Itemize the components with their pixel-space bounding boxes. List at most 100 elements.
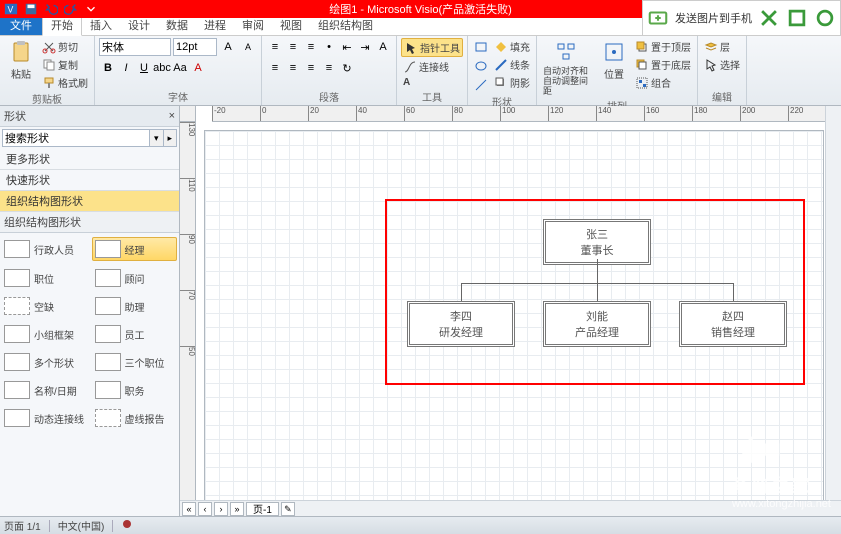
- undo-icon[interactable]: [42, 1, 60, 17]
- shapes-search-go[interactable]: ▸: [164, 129, 178, 147]
- connector-tool-button[interactable]: 连接线: [401, 58, 451, 75]
- org-node-child-0[interactable]: 李四 研发经理: [407, 301, 515, 347]
- shadow-button[interactable]: 阴影: [492, 74, 532, 91]
- underline-icon[interactable]: U: [135, 59, 153, 77]
- org-child-name: 赵四: [682, 308, 784, 324]
- drawing-canvas[interactable]: 张三 董事长 李四 研发经理: [196, 122, 825, 500]
- tab-insert[interactable]: 插入: [82, 15, 120, 35]
- format-painter-button[interactable]: 格式刷: [40, 74, 90, 91]
- shapes-panel-close-icon[interactable]: ×: [169, 110, 175, 122]
- shape-stencil-item[interactable]: 动态连接线: [2, 407, 87, 429]
- align-bot-icon[interactable]: ≡: [302, 38, 320, 56]
- vertical-scrollbar[interactable]: [825, 122, 841, 500]
- cut-button[interactable]: 剪切: [40, 38, 90, 55]
- shapes-search-dropdown[interactable]: ▾: [150, 129, 164, 147]
- shape-stencil-item[interactable]: 名称/日期: [2, 379, 87, 401]
- layer-button[interactable]: 层: [702, 38, 732, 55]
- shape-stencil-item[interactable]: 职位: [2, 267, 87, 289]
- shape-stencil-item[interactable]: 多个形状: [2, 351, 87, 373]
- selection-frame: 张三 董事长 李四 研发经理: [385, 199, 805, 385]
- shape-stencil-item[interactable]: 行政人员: [2, 237, 86, 261]
- rotate-text-icon[interactable]: ↻: [338, 59, 356, 77]
- shape-stencil-item[interactable]: 顾问: [93, 267, 178, 289]
- shape-stencil-item[interactable]: 职务: [93, 379, 178, 401]
- fill-button[interactable]: 填充: [492, 38, 532, 55]
- page-nav-prev[interactable]: ‹: [198, 502, 212, 516]
- copy-button[interactable]: 复制: [40, 56, 90, 73]
- shapes-cat-more[interactable]: 更多形状: [0, 149, 179, 170]
- align-right-icon[interactable]: ≡: [302, 59, 320, 77]
- indent-inc-icon[interactable]: ⇥: [356, 38, 374, 56]
- qat-dropdown-icon[interactable]: [82, 1, 100, 17]
- italic-icon[interactable]: I: [117, 59, 135, 77]
- shape-ellipse-icon[interactable]: [472, 57, 490, 75]
- shape-stencil-item[interactable]: 助理: [93, 295, 178, 317]
- align-mid-icon[interactable]: ≡: [284, 38, 302, 56]
- drawing-page[interactable]: 张三 董事长 李四 研发经理: [204, 130, 824, 500]
- shape-stencil-item[interactable]: 小组框架: [2, 323, 87, 345]
- shape-stencil-item[interactable]: 虚线报告: [93, 407, 178, 429]
- align-left-icon[interactable]: ≡: [266, 59, 284, 77]
- position-button[interactable]: 位置: [597, 38, 631, 83]
- page-tab-1[interactable]: 页-1: [246, 502, 279, 516]
- org-connector: [461, 283, 462, 301]
- file-tab[interactable]: 文件: [0, 15, 42, 35]
- org-connector: [597, 259, 598, 283]
- page-nav-last[interactable]: »: [230, 502, 244, 516]
- org-node-child-1[interactable]: 刘能 产品经理: [543, 301, 651, 347]
- shape-stencil-item[interactable]: 三个职位: [93, 351, 178, 373]
- tab-design[interactable]: 设计: [120, 15, 158, 35]
- text-tool-button[interactable]: A: [401, 76, 412, 89]
- align-center-icon[interactable]: ≡: [284, 59, 302, 77]
- page-nav-first[interactable]: «: [182, 502, 196, 516]
- bold-icon[interactable]: B: [99, 59, 117, 77]
- indent-dec-icon[interactable]: ⇤: [338, 38, 356, 56]
- bullets-icon[interactable]: •: [320, 38, 338, 56]
- text-highlight-icon[interactable]: Aa: [171, 59, 189, 77]
- save-icon[interactable]: [22, 1, 40, 17]
- text-dir-icon[interactable]: A: [374, 38, 392, 56]
- pointer-tool-button[interactable]: 指针工具: [401, 38, 463, 57]
- line-button[interactable]: 线条: [492, 56, 532, 73]
- status-record-icon[interactable]: [121, 518, 133, 533]
- font-color-icon[interactable]: A: [189, 59, 207, 77]
- tab-review[interactable]: 审阅: [234, 15, 272, 35]
- shapes-search: ▾ ▸: [0, 127, 179, 149]
- side-btn-2[interactable]: [786, 7, 808, 29]
- page-nav-next[interactable]: ›: [214, 502, 228, 516]
- canvas-area: -20020406080100120140160180200220240 130…: [180, 106, 841, 516]
- bring-front-button[interactable]: 置于顶层: [633, 38, 693, 55]
- shape-stencil-item[interactable]: 员工: [93, 323, 178, 345]
- page-add-button[interactable]: ✎: [281, 502, 295, 516]
- font-name-combo[interactable]: [99, 38, 171, 56]
- tab-orgchart[interactable]: 组织结构图: [310, 15, 381, 35]
- shape-line-icon[interactable]: [472, 76, 490, 94]
- redo-icon[interactable]: [62, 1, 80, 17]
- send-back-button[interactable]: 置于底层: [633, 56, 693, 73]
- align-top-icon[interactable]: ≡: [266, 38, 284, 56]
- select-button[interactable]: 选择: [702, 56, 742, 73]
- org-node-child-2[interactable]: 赵四 销售经理: [679, 301, 787, 347]
- align-justify-icon[interactable]: ≡: [320, 59, 338, 77]
- shape-stencil-item[interactable]: 空缺: [2, 295, 87, 317]
- shapes-cat-quick[interactable]: 快速形状: [0, 170, 179, 191]
- tab-process[interactable]: 进程: [196, 15, 234, 35]
- share-icon[interactable]: [647, 7, 669, 29]
- side-btn-1[interactable]: [758, 7, 780, 29]
- font-size-combo[interactable]: [173, 38, 217, 56]
- grow-font-icon[interactable]: A: [219, 38, 237, 56]
- shrink-font-icon[interactable]: A: [239, 38, 257, 56]
- group-button[interactable]: 组合: [633, 74, 693, 91]
- visio-app-icon[interactable]: V: [2, 1, 20, 17]
- shape-stencil-item[interactable]: 经理: [92, 237, 178, 261]
- side-panel-text[interactable]: 发送图片到手机: [675, 10, 752, 26]
- paste-button[interactable]: 粘贴: [4, 38, 38, 83]
- side-btn-3[interactable]: [814, 7, 836, 29]
- shapes-search-input[interactable]: [2, 129, 150, 147]
- strike-icon[interactable]: abc: [153, 59, 171, 77]
- auto-align-button[interactable]: 自动对齐和自动调整间距: [541, 38, 595, 98]
- shapes-cat-org[interactable]: 组织结构图形状: [0, 191, 179, 212]
- shape-rect-icon[interactable]: [472, 38, 490, 56]
- tab-view[interactable]: 视图: [272, 15, 310, 35]
- tab-data[interactable]: 数据: [158, 15, 196, 35]
